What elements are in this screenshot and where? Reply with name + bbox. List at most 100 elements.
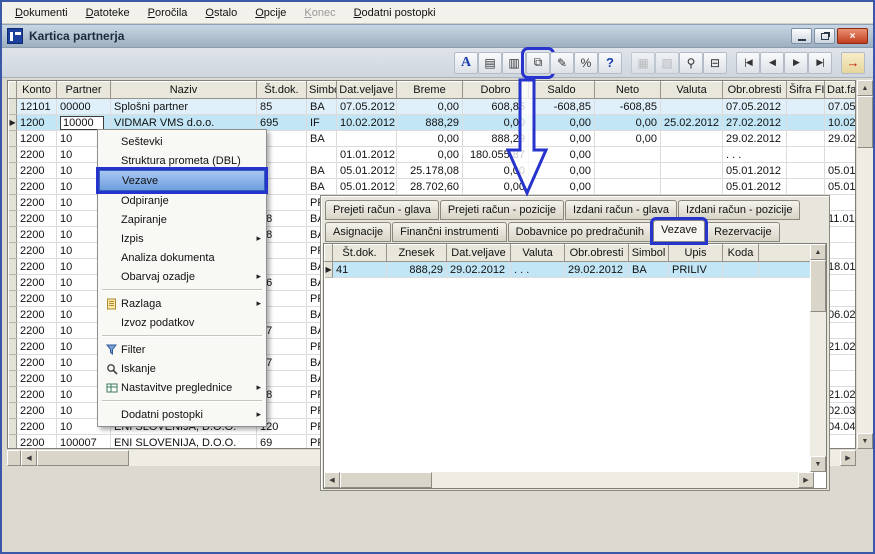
- close-button[interactable]: ×: [837, 28, 868, 44]
- column-header-ifra-fi[interactable]: Šifra FI: [786, 81, 825, 99]
- grid-split-handle[interactable]: [7, 450, 21, 466]
- cell-ifra-fi[interactable]: [786, 114, 825, 131]
- cell-breme[interactable]: 0,00: [396, 98, 463, 115]
- cell-obr-obresti[interactable]: 29.02.2012: [564, 261, 629, 278]
- menu-konec[interactable]: Konec: [295, 4, 344, 22]
- cell-ifra-fi[interactable]: [786, 162, 825, 179]
- menu-item-izvoz-podatkov[interactable]: Izvoz podatkov: [99, 313, 265, 332]
- cell-ifra-fi[interactable]: [786, 130, 825, 147]
- cell-konto[interactable]: 2200: [16, 402, 57, 419]
- cell-obr-obresti[interactable]: 05.01.2012: [722, 162, 787, 179]
- scroll-up-icon[interactable]: ▲: [857, 80, 873, 96]
- scroll-right-icon[interactable]: ▶: [840, 450, 856, 466]
- cell-konto[interactable]: 2200: [16, 386, 57, 403]
- print-button[interactable]: ⊟: [703, 51, 727, 74]
- cell-neto[interactable]: 0,00: [594, 114, 661, 131]
- scrollbar-track[interactable]: [810, 312, 826, 456]
- cell-obr-obresti[interactable]: 29.02.2012: [722, 130, 787, 147]
- cell-konto[interactable]: 1200: [16, 114, 57, 131]
- cell-dobro[interactable]: 0,00: [462, 178, 529, 195]
- cell-konto[interactable]: 2200: [16, 338, 57, 355]
- scrollbar-thumb[interactable]: [37, 450, 129, 466]
- scroll-down-icon[interactable]: ▼: [810, 456, 826, 472]
- open-folder-button[interactable]: ▧: [655, 51, 679, 74]
- cell-simbol[interactable]: BA: [628, 261, 669, 278]
- cell-breme[interactable]: 0,00: [396, 130, 463, 147]
- column-header-simbol[interactable]: Simbol: [306, 81, 337, 99]
- cell-konto[interactable]: 2200: [16, 306, 57, 323]
- vertical-scrollbar[interactable]: ▲ ▼: [810, 244, 826, 472]
- card-view-button[interactable]: ▤: [478, 51, 502, 74]
- cell-breme[interactable]: 0,00: [396, 146, 463, 163]
- menu-item-filter[interactable]: Filter: [99, 340, 265, 359]
- percent-button[interactable]: %: [574, 51, 598, 74]
- cell-valuta[interactable]: [660, 178, 723, 195]
- cell-konto[interactable]: 2200: [16, 258, 57, 275]
- menu-item-zapiranje[interactable]: Zapiranje: [99, 210, 265, 229]
- scrollbar-thumb[interactable]: [810, 260, 826, 312]
- horizontal-scrollbar[interactable]: ◀ ▶: [324, 472, 814, 488]
- cell-konto[interactable]: 2200: [16, 146, 57, 163]
- vertical-scrollbar[interactable]: ▲ ▼: [857, 80, 873, 449]
- scroll-right-icon[interactable]: ▶: [798, 472, 814, 488]
- tab-rezervacije[interactable]: Rezervacije: [706, 222, 780, 242]
- menu-item-razlaga[interactable]: Razlaga ▸: [99, 294, 265, 313]
- cell-neto[interactable]: [594, 178, 661, 195]
- column-header-koda[interactable]: Koda: [722, 244, 759, 262]
- nav-first-button[interactable]: |◀: [736, 51, 760, 74]
- nav-last-button[interactable]: ▶|: [808, 51, 832, 74]
- cell-konto[interactable]: 2200: [16, 226, 57, 243]
- cell-valuta[interactable]: 25.02.2012: [660, 114, 723, 131]
- column-header-obr-obresti[interactable]: Obr.obresti: [564, 244, 629, 262]
- tab-prejeti-ra-un-pozicije[interactable]: Prejeti račun - pozicije: [439, 200, 565, 220]
- column-header-upis[interactable]: Upis: [668, 244, 723, 262]
- cell-ifra-fi[interactable]: [786, 98, 825, 115]
- cell-upis[interactable]: PRILIV: [668, 261, 723, 278]
- cell-konto[interactable]: 2200: [16, 418, 57, 435]
- tab-prejeti-ra-un-glava[interactable]: Prejeti račun - glava: [325, 200, 439, 220]
- cell-dat-fa[interactable]: 05.01.: [824, 178, 855, 195]
- cell-9[interactable]: [758, 261, 814, 278]
- column-header-t-dok[interactable]: Št.dok.: [332, 244, 387, 262]
- exit-button[interactable]: →: [841, 51, 865, 74]
- column-header-dat-veljave[interactable]: Dat.veljave: [336, 81, 397, 99]
- menu-item-iskanje[interactable]: Iskanje: [99, 359, 265, 378]
- cell-saldo[interactable]: 0,00: [528, 146, 595, 163]
- cell-saldo[interactable]: 0,00: [528, 114, 595, 131]
- menu-item-se-tevki[interactable]: Seštevki: [99, 132, 265, 151]
- cell-obr-obresti[interactable]: 07.05.2012: [722, 98, 787, 115]
- scroll-down-icon[interactable]: ▼: [857, 433, 873, 449]
- cell-naziv[interactable]: Splošni partner: [110, 98, 257, 115]
- cell-dat-fa[interactable]: 05.01.: [824, 162, 855, 179]
- column-header-znesek[interactable]: Znesek: [386, 244, 447, 262]
- cell-saldo[interactable]: 0,00: [528, 162, 595, 179]
- cell-simbol[interactable]: BA: [306, 178, 337, 195]
- menu-item-obarvaj-ozadje[interactable]: Obarvaj ozadje ▸: [99, 267, 265, 286]
- cell-konto[interactable]: 2200: [16, 210, 57, 227]
- cell-dat-veljave[interactable]: 05.01.2012: [336, 162, 397, 179]
- cell-dat-veljave[interactable]: 10.02.2012: [336, 114, 397, 131]
- cell-dobro[interactable]: 888,29: [462, 130, 529, 147]
- tab-finan-ni-instrumenti[interactable]: Finančni instrumenti: [392, 222, 507, 242]
- tab-izdani-ra-un-pozicije[interactable]: Izdani račun - pozicije: [678, 200, 801, 220]
- title-bar[interactable]: Kartica partnerja ×: [2, 24, 873, 48]
- vezave-button[interactable]: ⧉: [521, 46, 555, 79]
- column-header-saldo[interactable]: Saldo: [528, 81, 595, 99]
- cell-dobro[interactable]: 0,00: [462, 162, 529, 179]
- menu-poro-ila[interactable]: Poročila: [139, 4, 197, 22]
- scrollbar-thumb[interactable]: [340, 472, 432, 488]
- nav-prev-button[interactable]: ◀: [760, 51, 784, 74]
- menu-item-nastavitve-preglednice[interactable]: Nastavitve preglednice ▸: [99, 378, 265, 397]
- cell-neto[interactable]: [594, 162, 661, 179]
- restore-button[interactable]: [814, 28, 835, 44]
- cell-neto[interactable]: -608,85: [594, 98, 661, 115]
- column-header-valuta[interactable]: Valuta: [660, 81, 723, 99]
- cell-dobro[interactable]: 608,85: [462, 98, 529, 115]
- cell-dat-fa[interactable]: [824, 146, 855, 163]
- tab-vezave[interactable]: Vezave: [649, 217, 709, 245]
- scrollbar-track[interactable]: [857, 148, 873, 433]
- minimize-button[interactable]: [791, 28, 812, 44]
- cell-dat-fa[interactable]: 07.05.: [824, 98, 855, 115]
- cell-simbol[interactable]: IF: [306, 114, 337, 131]
- cell-konto[interactable]: 2200: [16, 434, 57, 448]
